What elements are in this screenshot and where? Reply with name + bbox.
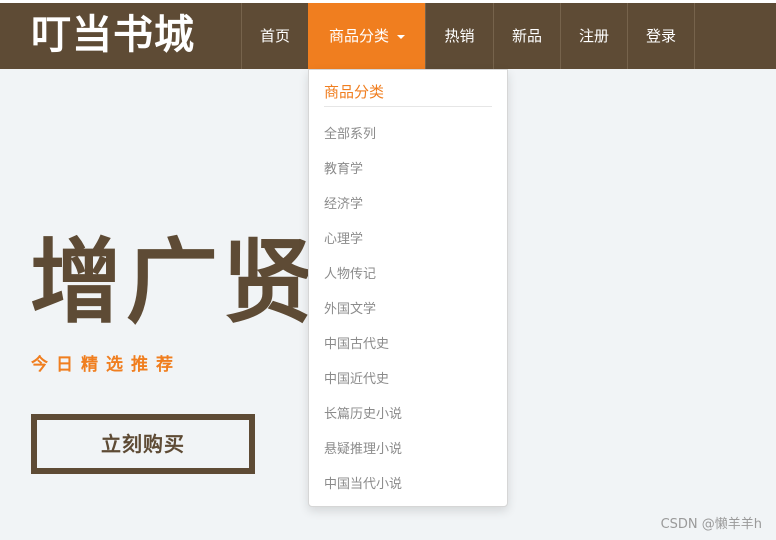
category-dropdown: 商品分类 全部系列 教育学 经济学 心理学 人物传记 外国文学 中国古代史 中国… <box>308 69 508 507</box>
nav-hot[interactable]: 热销 <box>425 3 493 69</box>
dropdown-header: 商品分类 <box>324 78 492 107</box>
nav-login[interactable]: 登录 <box>627 3 695 69</box>
nav-categories[interactable]: 商品分类 <box>308 3 425 69</box>
nav-home[interactable]: 首页 <box>241 3 308 69</box>
nav-register[interactable]: 注册 <box>560 3 627 69</box>
category-item[interactable]: 中国古代史 <box>324 327 402 362</box>
navbar: 叮当书城 首页 商品分类 热销 新品 注册 登录 <box>0 3 776 69</box>
main-nav: 首页 商品分类 热销 新品 注册 登录 <box>241 3 695 69</box>
category-item[interactable]: 长篇历史小说 <box>324 397 402 432</box>
category-item[interactable]: 中国近代史 <box>324 362 402 397</box>
category-list: 全部系列 教育学 经济学 心理学 人物传记 外国文学 中国古代史 中国近代史 长… <box>324 117 402 502</box>
brand-logo[interactable]: 叮当书城 <box>31 11 195 59</box>
nav-new[interactable]: 新品 <box>493 3 560 69</box>
category-item[interactable]: 教育学 <box>324 152 402 187</box>
caret-down-icon <box>397 34 405 39</box>
category-item[interactable]: 中国当代小说 <box>324 467 402 502</box>
category-item[interactable]: 心理学 <box>324 222 402 257</box>
category-item[interactable]: 经济学 <box>324 187 402 222</box>
watermark: CSDN @懒羊羊h <box>660 517 762 532</box>
category-item[interactable]: 悬疑推理小说 <box>324 432 402 467</box>
category-item[interactable]: 人物传记 <box>324 257 402 292</box>
category-item[interactable]: 全部系列 <box>324 117 402 152</box>
nav-categories-label: 商品分类 <box>328 27 389 45</box>
category-item[interactable]: 外国文学 <box>324 292 402 327</box>
buy-now-button[interactable]: 立刻购买 <box>31 414 255 474</box>
hero-subtitle: 今日精选推荐 <box>31 355 181 375</box>
